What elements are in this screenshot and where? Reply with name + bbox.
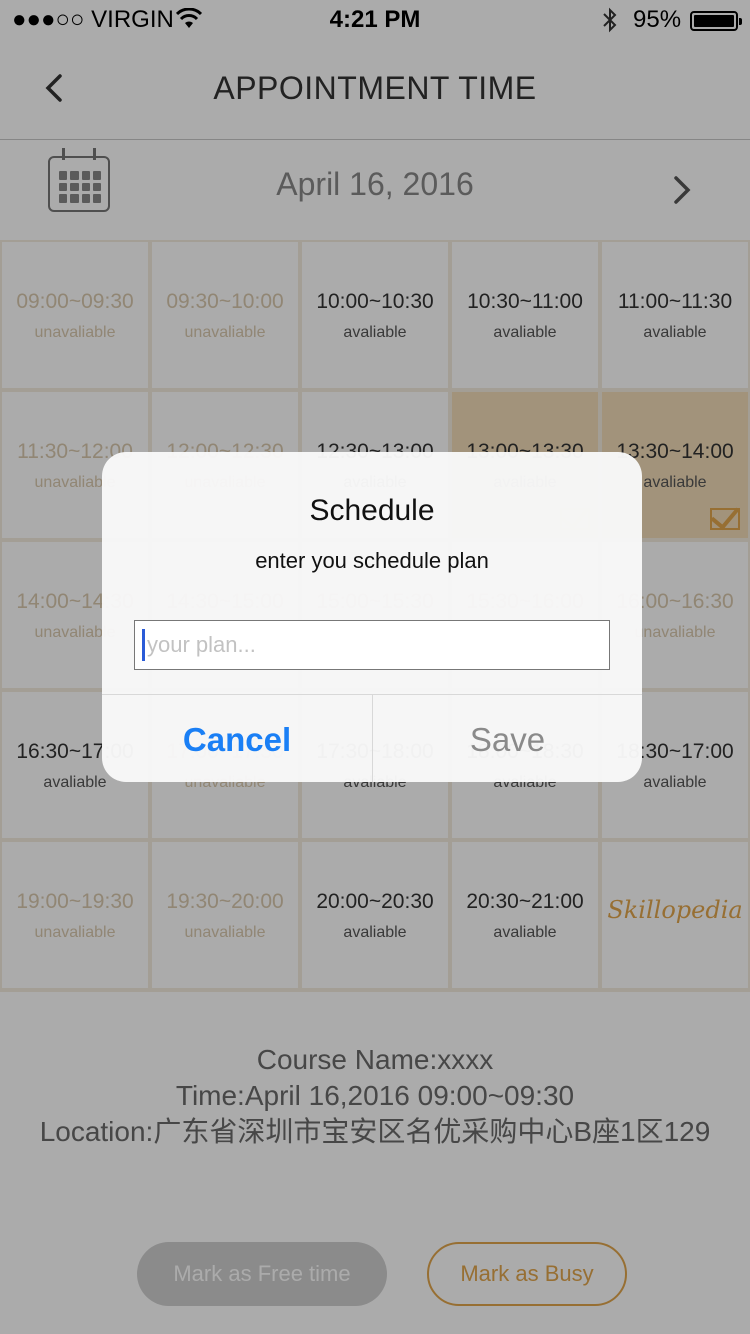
text-caret	[142, 629, 145, 661]
schedule-dialog: Schedule enter you schedule plan your pl…	[102, 452, 642, 782]
plan-input[interactable]: your plan...	[134, 620, 610, 670]
cancel-button[interactable]: Cancel	[102, 695, 372, 782]
dialog-message: enter you schedule plan	[255, 548, 489, 573]
dialog-title: Schedule	[309, 494, 435, 527]
save-button[interactable]: Save	[373, 695, 642, 782]
